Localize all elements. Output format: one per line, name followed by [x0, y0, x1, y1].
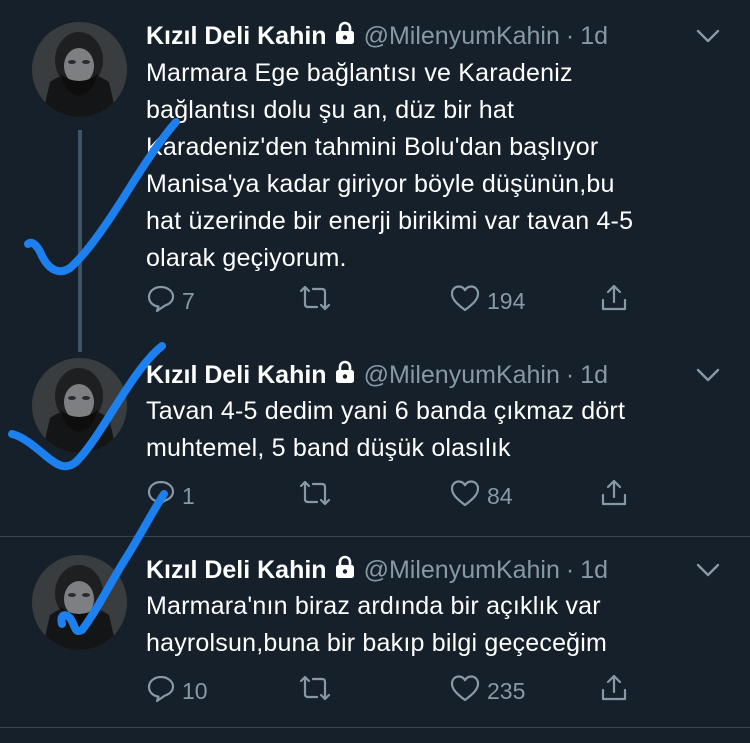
- retweet-icon: [298, 478, 338, 514]
- lock-icon: [334, 555, 356, 586]
- share-button[interactable]: [599, 476, 635, 516]
- display-name[interactable]: Kızıl Deli Kahin: [146, 22, 327, 51]
- like-button[interactable]: 235: [449, 671, 525, 711]
- separator-dot: ·: [565, 360, 575, 389]
- tweet-2[interactable]: Kızıl Deli Kahin @MilenyumKahin · 1d Tav…: [0, 340, 750, 536]
- user-handle[interactable]: @MilenyumKahin: [364, 361, 560, 390]
- tweet-text-line: Karadeniz'den tahmini Bolu'dan başlıyor: [146, 133, 599, 161]
- chevron-down-icon[interactable]: [694, 22, 722, 50]
- tweet-text-line: muhtemel, 5 band düşük olasılık: [146, 434, 511, 462]
- tweet-divider: [0, 727, 750, 728]
- heart-icon: [449, 478, 487, 514]
- chevron-down-icon[interactable]: [694, 361, 722, 389]
- tweet-text-line: Tavan 4-5 dedim yani 6 banda çıkmaz dört: [146, 397, 626, 425]
- reply-count: 7: [182, 287, 195, 314]
- like-count: 84: [487, 482, 513, 509]
- tweet-text-line: hat üzerinde bir enerji birikimi var tav…: [146, 207, 634, 235]
- reply-count: 1: [182, 482, 195, 509]
- tweet-header: Kızıl Deli Kahin @MilenyumKahin · 1d: [146, 553, 608, 587]
- tweet-text-line: hayrolsun,buna bir bakıp bilgi geçeceğim: [146, 629, 608, 657]
- share-icon: [599, 673, 635, 709]
- lock-icon: [334, 21, 356, 52]
- reply-button[interactable]: 1: [146, 476, 195, 516]
- heart-icon: [449, 283, 487, 319]
- lock-icon: [334, 360, 356, 391]
- user-handle[interactable]: @MilenyumKahin: [364, 556, 560, 585]
- separator-dot: ·: [565, 555, 575, 584]
- tweet-3[interactable]: Kızıl Deli Kahin @MilenyumKahin · 1d Mar…: [0, 537, 750, 727]
- like-button[interactable]: 194: [449, 281, 525, 321]
- retweet-button[interactable]: [298, 281, 338, 321]
- tweet-text-line: Manisa'ya kadar giriyor böyle düşünün,bu: [146, 170, 615, 198]
- action-bar: 7 194: [146, 281, 646, 321]
- tweet-text: Marmara'nın biraz ardında bir açıklık va…: [146, 588, 726, 662]
- heart-icon: [449, 673, 487, 709]
- reply-icon: [146, 478, 182, 514]
- reply-button[interactable]: 10: [146, 671, 208, 711]
- retweet-button[interactable]: [298, 476, 338, 516]
- share-icon: [599, 283, 635, 319]
- display-name[interactable]: Kızıl Deli Kahin: [146, 556, 327, 585]
- tweet-text-line: bağlantısı dolu şu an, düz bir hat: [146, 96, 515, 124]
- tweet-header: Kızıl Deli Kahin @MilenyumKahin · 1d: [146, 358, 608, 392]
- share-icon: [599, 478, 635, 514]
- reply-icon: [146, 283, 182, 319]
- timestamp[interactable]: 1d: [580, 22, 608, 51]
- tweet-header: Kızıl Deli Kahin @MilenyumKahin · 1d: [146, 19, 608, 53]
- action-bar: 10 235: [146, 671, 646, 711]
- avatar[interactable]: [32, 22, 127, 117]
- reply-count: 10: [182, 677, 208, 704]
- tweet-text: Marmara Ege bağlantısı ve Karadeniz bağl…: [146, 55, 726, 277]
- action-bar: 1 84: [146, 476, 646, 516]
- tweet-text-line: Marmara Ege bağlantısı ve Karadeniz: [146, 59, 573, 87]
- reply-icon: [146, 673, 182, 709]
- separator-dot: ·: [565, 21, 575, 50]
- like-button[interactable]: 84: [449, 476, 513, 516]
- retweet-icon: [298, 283, 338, 319]
- tweet-1[interactable]: Kızıl Deli Kahin @MilenyumKahin · 1d Mar…: [0, 0, 750, 340]
- share-button[interactable]: [599, 281, 635, 321]
- display-name[interactable]: Kızıl Deli Kahin: [146, 361, 327, 390]
- retweet-icon: [298, 673, 338, 709]
- like-count: 235: [487, 677, 526, 704]
- avatar[interactable]: [32, 358, 127, 453]
- avatar[interactable]: [32, 555, 127, 650]
- share-button[interactable]: [599, 671, 635, 711]
- retweet-button[interactable]: [298, 671, 338, 711]
- tweet-text: Tavan 4-5 dedim yani 6 banda çıkmaz dört…: [146, 393, 726, 467]
- like-count: 194: [487, 287, 526, 314]
- timestamp[interactable]: 1d: [580, 556, 608, 585]
- reply-button[interactable]: 7: [146, 281, 195, 321]
- tweet-text-line: olarak geçiyorum.: [146, 244, 347, 272]
- timestamp[interactable]: 1d: [580, 361, 608, 390]
- tweet-text-line: Marmara'nın biraz ardında bir açıklık va…: [146, 592, 601, 620]
- chevron-down-icon[interactable]: [694, 556, 722, 584]
- user-handle[interactable]: @MilenyumKahin: [364, 22, 560, 51]
